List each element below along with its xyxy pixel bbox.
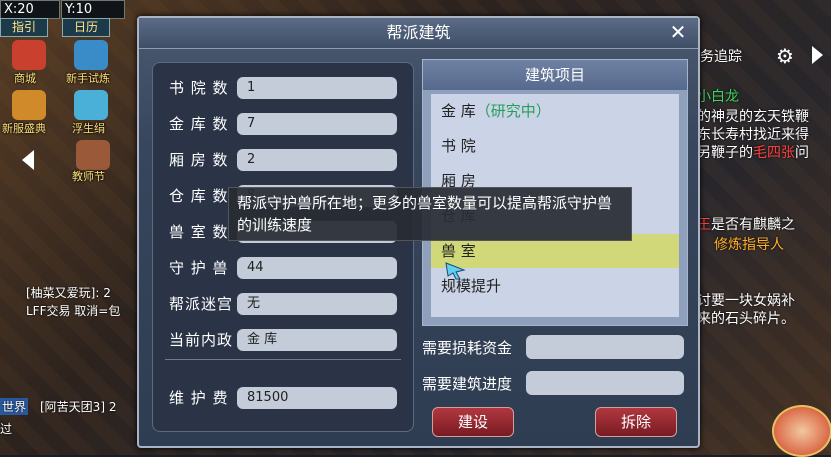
quest-line: 王是否有麒麟之 xyxy=(697,214,795,234)
progress-row: 需要建筑进度 xyxy=(422,371,686,397)
new-server-icon[interactable] xyxy=(12,90,46,120)
demolish-button[interactable]: 拆除 xyxy=(595,407,677,437)
item-name: 兽 室 xyxy=(441,242,476,260)
new-server-label: 新服盛典 xyxy=(2,122,46,135)
npc-name[interactable]: 毛四张 xyxy=(753,145,795,161)
item-name: 书 院 xyxy=(441,137,476,155)
trial-label: 新手试炼 xyxy=(66,72,110,85)
cost-label: 需要损耗资金 xyxy=(422,339,513,357)
quest-line: 的神灵的玄天铁鞭 xyxy=(697,109,809,125)
player-avatar[interactable] xyxy=(772,405,831,457)
float-scroll-label: 浮生绢 xyxy=(72,122,105,135)
quest-text: 另鞭子的 xyxy=(697,145,753,161)
stat-value: 1 xyxy=(237,77,397,99)
list-item-academy[interactable]: 书 院 xyxy=(431,129,679,163)
progress-value-field xyxy=(526,371,684,395)
progress-label: 需要建筑进度 xyxy=(422,375,513,393)
dialog-title: 帮派建筑 xyxy=(139,18,698,49)
building-stats-panel: 书 院 数 1 金 库 数 7 厢 房 数 2 仓 库 数 8 兽 室 数 守 … xyxy=(152,62,414,432)
tooltip: 帮派守护兽所在地；更多的兽室数量可以提高帮派守护兽的训练速度 xyxy=(228,187,632,241)
chat-line: 过 xyxy=(0,422,13,436)
teacher-day-label: 教师节 xyxy=(72,170,105,183)
building-list-title: 建筑项目 xyxy=(423,60,687,90)
collapse-left-arrow-icon[interactable] xyxy=(22,150,34,170)
build-button[interactable]: 建设 xyxy=(432,407,514,437)
quest-line: 来的石头碎片。 xyxy=(697,311,795,327)
close-icon[interactable]: ✕ xyxy=(668,22,688,42)
shop-label: 商城 xyxy=(14,72,36,85)
quest-line: 小白龙 xyxy=(697,89,739,105)
cursor-icon xyxy=(445,262,466,280)
coord-x-readout: X:20 xyxy=(0,0,60,19)
stat-value: 2 xyxy=(237,149,397,171)
trial-icon[interactable] xyxy=(74,40,108,70)
maintenance-value: 81500 xyxy=(237,387,397,409)
quest-line: 修炼指导人 xyxy=(714,237,784,253)
item-status: （研究中） xyxy=(475,102,551,120)
shop-icon[interactable] xyxy=(12,40,46,70)
cost-row: 需要损耗资金 xyxy=(422,335,686,361)
divider xyxy=(165,359,401,360)
stat-value: 无 xyxy=(237,293,397,315)
calendar-button[interactable]: 日历 xyxy=(62,18,110,37)
world-channel-badge: 世界 xyxy=(0,398,29,415)
quest-text: 问 xyxy=(795,145,809,161)
cost-value-field xyxy=(526,335,684,359)
quest-line: 另鞭子的毛四张问 xyxy=(697,142,809,162)
chat-line: [阿苦天团3] 2 xyxy=(40,400,117,414)
chat-line: [柚菜又爱玩]: 2 xyxy=(26,286,111,300)
quest-line: 东长寿村找近来得 xyxy=(697,127,809,143)
gear-icon[interactable]: ⚙ xyxy=(776,44,794,68)
quest-text: 是否有麒麟之 xyxy=(711,217,795,233)
float-scroll-icon[interactable] xyxy=(74,90,108,120)
item-name: 金 库 xyxy=(441,102,476,120)
chat-line: LFF交易 取消=包 xyxy=(26,304,121,318)
teacher-day-icon[interactable] xyxy=(76,140,110,170)
guide-button[interactable]: 指引 xyxy=(0,18,48,37)
stat-value: 金 库 xyxy=(237,329,397,351)
quest-tracker-title[interactable]: 务追踪 xyxy=(700,46,742,66)
list-item-scale-upgrade[interactable]: 规模提升 xyxy=(431,269,679,303)
stat-value: 44 xyxy=(237,257,397,279)
expand-right-arrow-icon[interactable] xyxy=(812,46,823,64)
stat-value: 7 xyxy=(237,113,397,135)
coord-y-readout: Y:10 xyxy=(61,0,125,19)
list-item-treasury[interactable]: 金 库（研究中） xyxy=(431,94,679,128)
quest-line: 讨要一块女娲补 xyxy=(697,293,795,309)
